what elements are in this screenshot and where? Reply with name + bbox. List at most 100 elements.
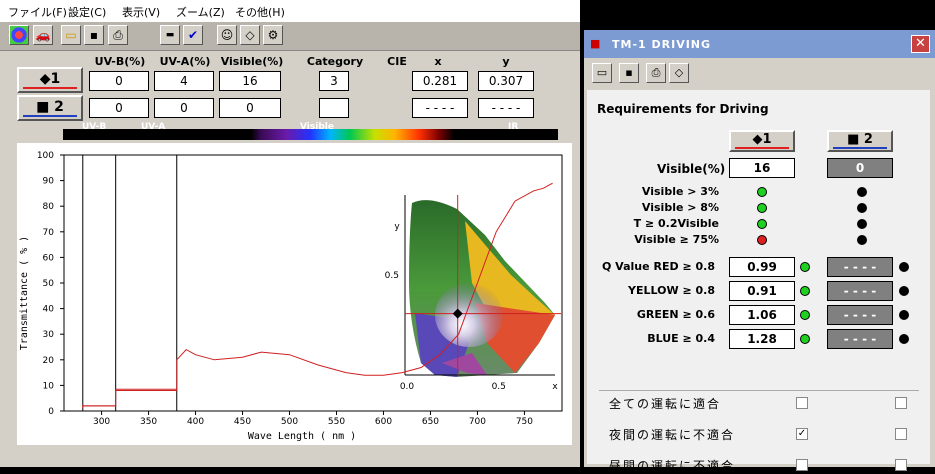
sample1-uvb: 0 — [89, 71, 149, 91]
cie-diagram-white — [435, 283, 503, 347]
criterion-status-sample1 — [757, 219, 767, 229]
header-x: x — [434, 55, 442, 68]
spectrum-label-visible: Visible — [300, 122, 334, 132]
compliance-checkbox-sample2[interactable] — [895, 397, 907, 409]
close-button[interactable]: ✕ — [911, 35, 930, 53]
y-tick-label: 30 — [43, 330, 55, 340]
criterion-status-sample2 — [857, 187, 867, 197]
dialog-sample2-button[interactable]: ■ 2 — [827, 130, 893, 152]
sample1-label: ◆1 — [39, 71, 61, 87]
y-tick-label: 20 — [43, 356, 55, 366]
dialog-sample1-underline — [735, 147, 789, 149]
y-tick-label: 60 — [43, 253, 55, 263]
sample2-category — [319, 98, 349, 118]
header-y: y — [502, 55, 510, 68]
sample2-underline — [23, 115, 77, 117]
dialog-sample1-button[interactable]: ◆1 — [729, 130, 795, 152]
sample1-visible: 16 — [219, 71, 281, 91]
x-tick-label: 350 — [140, 417, 157, 427]
sample2-uva: 0 — [154, 98, 214, 118]
sample2-uvb: 0 — [89, 98, 149, 118]
y-tick-label: 90 — [43, 177, 55, 187]
menu-settings[interactable]: 設定(C) — [68, 4, 106, 20]
qvalue-sample1: 1.06 — [729, 305, 795, 325]
x-axis-label: Wave Length ( nm ) — [248, 431, 356, 442]
menu-file[interactable]: ファイル(F) — [8, 4, 67, 20]
compliance-checkbox-sample2[interactable] — [895, 428, 907, 440]
keyboard-icon[interactable]: ▬ — [160, 25, 180, 45]
menu-other[interactable]: その他(H) — [235, 4, 285, 20]
qvalue-criterion-label: RED ≥ 0.8 — [653, 260, 715, 273]
y-tick-label: 100 — [37, 151, 54, 161]
x-tick-label: 750 — [516, 417, 533, 427]
criterion-status-sample2 — [857, 235, 867, 245]
save-icon[interactable]: ▪ — [619, 63, 639, 83]
eraser-icon[interactable]: ◇ — [669, 63, 689, 83]
qvalue-status-sample1 — [800, 286, 810, 296]
open-folder-icon[interactable]: ▭ — [592, 63, 612, 83]
criterion-label: Visible > 8% — [641, 201, 719, 214]
face-icon[interactable]: ☺ — [217, 25, 237, 45]
compliance-checkbox-sample1[interactable] — [796, 397, 808, 409]
check-icon[interactable]: ✔ — [183, 25, 203, 45]
qvalue-sample1: 0.99 — [729, 257, 795, 277]
compliance-checkbox-sample2[interactable] — [895, 459, 907, 471]
dialog-visible2: 0 — [827, 158, 893, 178]
color-wheel-icon[interactable] — [9, 25, 29, 45]
group-divider — [599, 390, 919, 391]
requirements-heading: Requirements for Driving — [597, 102, 769, 116]
sample2-label: ■ 2 — [36, 99, 64, 115]
y-tick-label: 70 — [43, 228, 55, 238]
printer-settings-icon[interactable]: ⚙ — [263, 25, 283, 45]
compliance-label: 全ての運転に適合 — [609, 397, 722, 411]
header-cie: CIE — [387, 55, 407, 68]
print-icon[interactable]: ⎙ — [646, 63, 666, 83]
qvalue-status-sample2 — [899, 310, 909, 320]
dialog-titlebar[interactable]: ■ TM-1 DRIVING ✕ — [584, 30, 935, 58]
sample1-button[interactable]: ◆1 — [17, 67, 83, 93]
menu-zoom[interactable]: ズーム(Z) — [176, 4, 225, 20]
cie-x-tick-label: 0.5 — [492, 382, 506, 392]
x-tick-label: 400 — [187, 417, 204, 427]
qvalue-criterion-label: GREEN ≥ 0.6 — [636, 308, 715, 321]
open-folder-icon[interactable]: ▭ — [61, 25, 81, 45]
compliance-checkbox-sample1[interactable] — [796, 459, 808, 471]
x-tick-label: 300 — [93, 417, 110, 427]
transmittance-chart: 0 10 20 30 40 50 60 70 80 90 100 300 350 400 450 500 55… — [17, 143, 572, 445]
sample2-button[interactable]: ■ 2 — [17, 95, 83, 121]
cie-x-axis-label: x — [552, 382, 558, 392]
sample1-underline — [23, 87, 77, 89]
qvalue-criterion-label: YELLOW ≥ 0.8 — [628, 284, 715, 297]
qvalue-status-sample2 — [899, 334, 909, 344]
qvalue-sample2: - - - - — [827, 257, 893, 277]
sample2-visible: 0 — [219, 98, 281, 118]
dialog-title: TM-1 DRIVING — [612, 38, 712, 51]
qvalue-status-sample2 — [899, 262, 909, 272]
x-tick-label: 450 — [234, 417, 251, 427]
y-tick-label: 80 — [43, 202, 55, 212]
visible-label: Visible(%) — [657, 162, 726, 176]
dialog-visible1: 16 — [729, 158, 795, 178]
menu-view[interactable]: 表示(V) — [122, 4, 160, 20]
menu-bar: ファイル(F) 設定(C) 表示(V) ズーム(Z) その他(H) — [0, 0, 580, 22]
car-icon[interactable]: 🚗 — [33, 25, 53, 45]
header-uvb: UV-B(%) — [94, 55, 146, 68]
criterion-label: T ≥ 0.2Visible — [633, 217, 719, 230]
x-tick-label: 550 — [328, 417, 345, 427]
y-tick-label: 40 — [43, 305, 55, 315]
sample1-uva: 4 — [154, 71, 214, 91]
compliance-checkbox-sample1[interactable]: ✓ — [796, 428, 808, 440]
save-icon[interactable]: ▪ — [84, 25, 104, 45]
criterion-label: Visible > 3% — [641, 185, 719, 198]
spectrum-label-uva: UV-A — [141, 122, 166, 132]
eraser-icon[interactable]: ◇ — [240, 25, 260, 45]
print-icon[interactable]: ⎙ — [108, 25, 128, 45]
x-tick-label: 700 — [469, 417, 486, 427]
qvalue-status-sample1 — [800, 334, 810, 344]
qvalue-status-sample2 — [899, 286, 909, 296]
transmittance-chart-svg: 0 10 20 30 40 50 60 70 80 90 100 300 350 400 450 500 55… — [19, 151, 563, 442]
dialog-sample2-underline — [833, 147, 887, 149]
cie-y-tick-label: 0.5 — [385, 271, 399, 281]
sample1-category: 3 — [319, 71, 349, 91]
x-tick-label: 600 — [375, 417, 392, 427]
